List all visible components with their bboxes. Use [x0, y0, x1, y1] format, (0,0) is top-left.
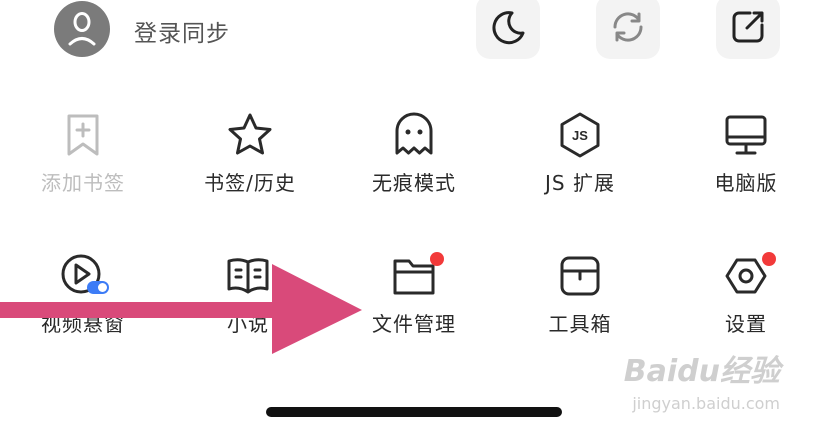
watermark-url: jingyan.baidu.com	[632, 394, 780, 413]
bookmarks-history-label: 书签/历史	[204, 171, 296, 195]
desktop-mode-button[interactable]: 电脑版	[666, 111, 826, 231]
js-hexagon-icon: JS	[560, 112, 600, 158]
avatar[interactable]	[54, 1, 110, 57]
desktop-mode-label: 电脑版	[714, 171, 778, 195]
bookmarks-history-button[interactable]: 书签/历史	[170, 111, 330, 231]
desktop-icon	[725, 115, 767, 155]
sync-icon	[613, 12, 643, 42]
incognito-mode-button[interactable]: 无痕模式	[334, 111, 494, 231]
home-indicator[interactable]	[266, 407, 562, 417]
edit-button[interactable]	[716, 0, 780, 59]
settings-label: 设置	[725, 312, 767, 336]
notification-dot	[762, 252, 776, 266]
js-extension-button[interactable]: JS JS 扩展	[500, 111, 660, 231]
toolbox-label: 工具箱	[548, 312, 612, 336]
notification-dot	[430, 252, 444, 266]
bookmark-add-icon	[67, 114, 99, 156]
login-sync-label[interactable]: 登录同步	[134, 14, 230, 48]
night-mode-button[interactable]	[476, 0, 540, 59]
moon-icon	[492, 11, 525, 45]
js-extension-label: JS 扩展	[545, 171, 615, 195]
edit-icon	[732, 11, 764, 43]
ghost-icon	[395, 112, 433, 155]
pointer-arrow-icon	[0, 264, 362, 354]
svg-text:JS: JS	[572, 128, 588, 143]
incognito-mode-label: 无痕模式	[372, 171, 456, 195]
baidu-jingyan-watermark: Baidu经验	[623, 354, 780, 389]
toolbox-icon	[560, 256, 600, 296]
add-bookmark-label: 添加书签	[41, 171, 125, 195]
user-icon	[68, 12, 96, 46]
sync-button[interactable]	[596, 0, 660, 59]
add-bookmark-button[interactable]: 添加书签	[3, 111, 163, 231]
star-icon	[228, 113, 272, 155]
